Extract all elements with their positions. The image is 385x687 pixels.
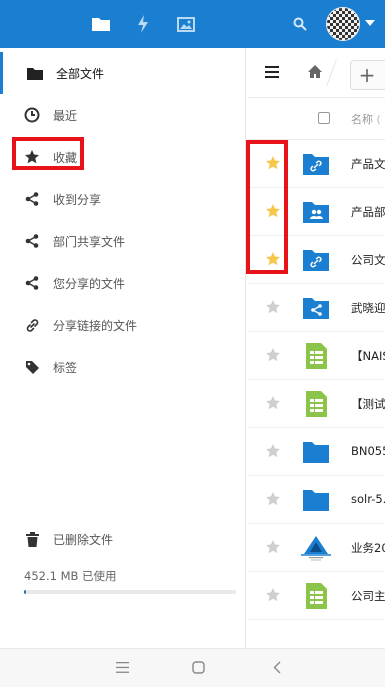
folder-icon [27, 65, 43, 81]
sidebar-item-deleted-files[interactable]: 已删除文件 [0, 518, 246, 560]
tag-icon [24, 359, 40, 375]
file-list-area: + 名称 ( 产品文产品部公司文武晓迎【NAIS 【测试 BN055 solr-5. 业… [247, 48, 385, 648]
search-button[interactable] [290, 12, 310, 36]
storage-quota-bar [24, 590, 236, 594]
favorite-star-icon[interactable] [265, 587, 281, 607]
select-all-checkbox[interactable] [318, 112, 330, 124]
clock-icon [24, 107, 40, 123]
file-name[interactable]: BN055 [351, 444, 385, 458]
sidebar-item-recent[interactable]: 最近 [0, 94, 246, 136]
tab-files[interactable] [88, 12, 114, 36]
trash-icon [24, 531, 40, 547]
sidebar-item-label: 已删除文件 [53, 532, 114, 547]
tab-gallery[interactable] [175, 12, 197, 36]
link-icon [24, 317, 40, 333]
file-row[interactable]: 武晓迎 [247, 284, 385, 332]
share-icon [24, 275, 40, 291]
avatar[interactable] [326, 7, 360, 41]
favorite-star-icon[interactable] [265, 491, 281, 511]
home-icon[interactable] [307, 64, 323, 79]
favorite-star-icon[interactable] [265, 395, 281, 415]
sidebar-item-shared-with-me[interactable]: 收到分享 [0, 178, 246, 220]
sidebar-item-shared-links[interactable]: 分享链接的文件 [0, 304, 246, 346]
file-name[interactable]: 业务20 [351, 540, 385, 556]
new-button[interactable]: + [350, 60, 385, 90]
file-name[interactable]: 【NAIS [351, 348, 385, 364]
folder-icon [302, 246, 330, 274]
highlight-box-favorites [12, 137, 84, 170]
spreadsheet-file-icon [302, 582, 330, 610]
file-row[interactable]: 【NAIS [247, 332, 385, 380]
file-name[interactable]: 公司主 [351, 588, 385, 604]
sidebar-item-department-shared[interactable]: 部门共享文件 [0, 220, 246, 262]
chevron-down-icon[interactable] [365, 20, 375, 26]
back-icon[interactable] [273, 661, 281, 674]
sidebar-item-label: 部门共享文件 [53, 234, 126, 249]
sidebar-item-label: 标签 [53, 360, 78, 375]
storage-quota-fill [24, 590, 27, 594]
sidebar-item-all-files[interactable]: 全部文件 [0, 52, 246, 94]
share-icon [24, 233, 40, 249]
sidebar-item-label: 您分享的文件 [53, 276, 126, 291]
tab-activity[interactable] [133, 12, 153, 36]
file-row[interactable]: BN055 [247, 428, 385, 476]
spreadsheet-file-icon [302, 390, 330, 418]
sidebar-item-label: 收到分享 [53, 192, 102, 207]
recents-icon[interactable] [116, 662, 129, 673]
file-name[interactable]: solr-5. [351, 492, 385, 506]
file-name[interactable]: 武晓迎 [351, 300, 385, 316]
share-icon [24, 191, 40, 207]
file-list-header: 名称 ( [247, 98, 385, 140]
image-file-icon [299, 534, 331, 562]
folder-icon [302, 438, 330, 466]
breadcrumb-separator [326, 60, 337, 86]
folder-icon [302, 198, 330, 226]
menu-icon[interactable] [265, 66, 279, 78]
file-name[interactable]: 产品部 [351, 204, 385, 220]
favorite-star-icon[interactable] [265, 539, 281, 559]
image-icon [177, 16, 195, 32]
sidebar-item-shared-by-you[interactable]: 您分享的文件 [0, 262, 246, 304]
file-name[interactable]: 公司文 [351, 252, 385, 268]
file-name[interactable]: 【测试 [351, 396, 385, 412]
favorite-star-icon[interactable] [265, 299, 281, 319]
folder-icon [92, 18, 110, 31]
file-row[interactable]: 业务20 [247, 524, 385, 572]
file-controls-bar: + [247, 48, 385, 98]
storage-quota-text: 452.1 MB 已使用 [24, 569, 117, 583]
folder-icon [302, 486, 330, 514]
file-name[interactable]: 产品文 [351, 156, 385, 172]
file-row[interactable]: solr-5. [247, 476, 385, 524]
lightning-icon [138, 15, 148, 33]
highlight-box-starred [246, 140, 288, 274]
sidebar-item-tags[interactable]: 标签 [0, 346, 246, 388]
search-icon [293, 17, 307, 31]
favorite-star-icon[interactable] [265, 443, 281, 463]
file-row[interactable]: 公司主 [247, 572, 385, 620]
sidebar-item-label: 最近 [53, 108, 78, 123]
spreadsheet-file-icon [302, 342, 330, 370]
folder-icon [302, 294, 330, 322]
system-navigation-bar [0, 648, 385, 687]
top-app-bar [0, 0, 385, 48]
file-row-partial [247, 620, 385, 648]
column-header-name[interactable]: 名称 ( [351, 111, 381, 127]
folder-icon [302, 150, 330, 178]
favorite-star-icon[interactable] [265, 347, 281, 367]
file-row[interactable]: 【测试 [247, 380, 385, 428]
home-nav-icon[interactable] [192, 661, 205, 674]
sidebar-item-label: 分享链接的文件 [53, 318, 138, 333]
sidebar-item-label: 全部文件 [56, 66, 105, 81]
